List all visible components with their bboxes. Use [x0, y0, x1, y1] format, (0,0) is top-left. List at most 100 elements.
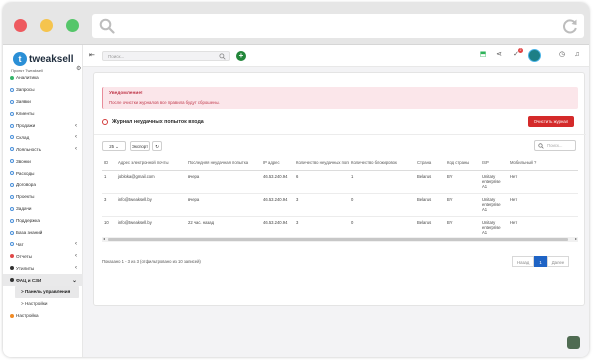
scroll-left-icon[interactable]: ◂ — [103, 236, 105, 241]
table-cell: BY — [445, 193, 480, 217]
menu-item-icon — [10, 147, 14, 152]
sidebar-item[interactable]: Проекты — [3, 191, 83, 203]
table-row[interactable]: 1 jobloka@gmail.com вчера 46.53.240.94 6 1 Bel… — [102, 170, 578, 194]
table-cell: 3 — [294, 216, 349, 240]
search-icon — [219, 53, 226, 60]
table-cell: Нет — [508, 193, 578, 217]
next-page-button[interactable]: Далее — [546, 256, 570, 267]
table-cell: Belarus — [415, 170, 445, 194]
table-search-input[interactable]: Поиск... — [534, 140, 576, 151]
column-header[interactable]: Код страны — [445, 156, 480, 171]
menu-item-icon — [10, 194, 14, 199]
sidebar-item[interactable]: База знаний — [3, 227, 83, 239]
menu-item-icon — [10, 87, 14, 92]
sidebar-item-label: Клиенты — [16, 111, 35, 117]
table-cell: 46.53.240.94 — [261, 193, 294, 217]
sidebar-item[interactable]: Запросы — [3, 84, 83, 96]
table-cell: info@tweaksell.by — [116, 193, 186, 217]
sidebar-item[interactable]: Утилиты ‹ — [3, 262, 83, 274]
page-size-value: 25 — [109, 144, 114, 149]
sidebar-item-label: Поддержка — [16, 218, 40, 224]
minimize-window-button[interactable] — [40, 19, 53, 32]
export-button[interactable]: Экспорт — [130, 141, 150, 151]
sidebar-item-label: Проекты — [16, 194, 35, 200]
page-1-button[interactable]: 1 — [534, 256, 547, 267]
sidebar-item[interactable]: Склад ‹ — [3, 131, 83, 143]
table-cell: Нет — [508, 170, 578, 194]
reload-icon[interactable] — [561, 17, 579, 35]
menu-item-icon — [10, 206, 14, 211]
table-cell: 46.53.240.94 — [261, 216, 294, 240]
table-cell: 22 час. назад — [186, 216, 261, 240]
table-row[interactable]: 10 info@tweaksell.by 22 час. назад 46.53.24… — [102, 216, 578, 240]
prev-page-button[interactable]: Назад — [512, 256, 535, 267]
sidebar-item[interactable]: Расходы — [3, 167, 83, 179]
clear-log-button[interactable]: Очистить журнал — [528, 116, 574, 127]
sidebar-item[interactable]: Задачи — [3, 203, 83, 215]
menu-item-icon — [10, 159, 14, 164]
column-header[interactable]: Последняя неудачная попытка — [186, 156, 261, 171]
global-search-input[interactable]: Поиск... — [102, 51, 230, 61]
address-bar[interactable] — [92, 14, 584, 38]
sidebar-item[interactable]: Клиенты — [3, 108, 83, 120]
main-card: Уведомление! После очистки журналов все … — [93, 72, 586, 306]
gear-icon[interactable]: ⚙ — [76, 65, 81, 72]
sidebar-item[interactable]: Аналитика — [3, 72, 83, 84]
scroll-right-icon[interactable]: ▸ — [575, 236, 577, 241]
column-header[interactable]: Количество неудачных попыток — [294, 156, 349, 171]
sidebar-item[interactable]: Звонки — [3, 155, 83, 167]
column-header[interactable]: ISP — [480, 156, 508, 171]
scrollbar-thumb[interactable] — [108, 238, 568, 241]
sidebar-item[interactable]: Настройка — [3, 310, 83, 322]
refresh-button[interactable]: ↻ — [152, 141, 162, 151]
add-button[interactable]: + — [236, 51, 246, 61]
sidebar-item[interactable]: Чат ‹ — [3, 238, 83, 250]
sidebar-item-label: Заявки — [16, 99, 31, 105]
table-cell: Belarus — [415, 216, 445, 240]
alert-message: После очистки журналов все правила будут… — [109, 100, 220, 105]
sidebar-subitem[interactable]: > Настройки — [3, 298, 83, 310]
menu-item-icon — [10, 218, 14, 223]
menu-item-icon — [10, 182, 14, 187]
divider — [94, 134, 586, 135]
sidebar-item-label: Аналитика — [16, 75, 39, 81]
column-header[interactable]: Количество блокировок — [349, 156, 415, 171]
table-cell: info@tweaksell.by — [116, 216, 186, 240]
alert-notification: Уведомление! После очистки журналов все … — [102, 87, 578, 109]
column-header[interactable]: Адрес электронной почты — [116, 156, 186, 171]
tasks-icon[interactable]: ✓ 2 — [511, 48, 523, 60]
page-size-select[interactable]: 25 ⌄ — [102, 141, 126, 151]
horizontal-scrollbar[interactable]: ◂ ▸ — [102, 236, 578, 242]
column-header[interactable]: Страна — [415, 156, 445, 171]
bell-icon[interactable]: ♫ — [572, 50, 582, 60]
chat-widget-button[interactable] — [567, 336, 580, 349]
browser-window: t tweaksell Проект Tweaksell ⚙ Аналитика… — [3, 3, 589, 357]
chevron-icon: ‹ — [75, 134, 77, 141]
sidebar-item[interactable]: Продажи ‹ — [3, 120, 83, 132]
avatar[interactable] — [528, 49, 541, 62]
sidebar-item[interactable]: Лояльность ‹ — [3, 143, 83, 155]
sidebar-item[interactable]: Договора — [3, 179, 83, 191]
close-window-button[interactable] — [14, 19, 27, 32]
table-header-row: ID Адрес электронной почты Последняя неуда… — [102, 156, 578, 171]
share-icon[interactable]: ⋖ — [494, 50, 504, 60]
sidebar-item[interactable]: ФАЦ и СЗИ ⌄ — [3, 274, 83, 287]
table-cell: Unitary enterprise A1 — [480, 193, 508, 217]
chevron-icon: ‹ — [75, 253, 77, 260]
settings-icon — [10, 313, 14, 318]
sidebar-item[interactable]: Заявки — [3, 96, 83, 108]
column-header[interactable]: ID — [102, 156, 116, 171]
sidebar-item[interactable]: Поддержка — [3, 215, 83, 227]
maximize-window-button[interactable] — [66, 19, 79, 32]
table-row[interactable]: 3 info@tweaksell.by вчера 46.53.240.94 3 0 Bel… — [102, 193, 578, 217]
login-attempts-table: ID Адрес электронной почты Последняя неуда… — [102, 156, 578, 240]
sidebar-item-label: Отчеты — [16, 253, 32, 259]
brand-logo[interactable]: t tweaksell — [13, 51, 73, 67]
sidebar-subitem[interactable]: > Панель управления — [15, 286, 79, 298]
clock-icon[interactable]: ◷ — [557, 50, 567, 60]
sidebar-toggle-icon[interactable]: ⇤ — [89, 51, 95, 59]
sidebar-item[interactable]: Отчеты ‹ — [3, 250, 83, 262]
column-header[interactable]: IP адрес — [261, 156, 294, 171]
download-icon[interactable]: ⬒ — [478, 50, 488, 60]
column-header[interactable]: Мобильный ? — [508, 156, 578, 171]
